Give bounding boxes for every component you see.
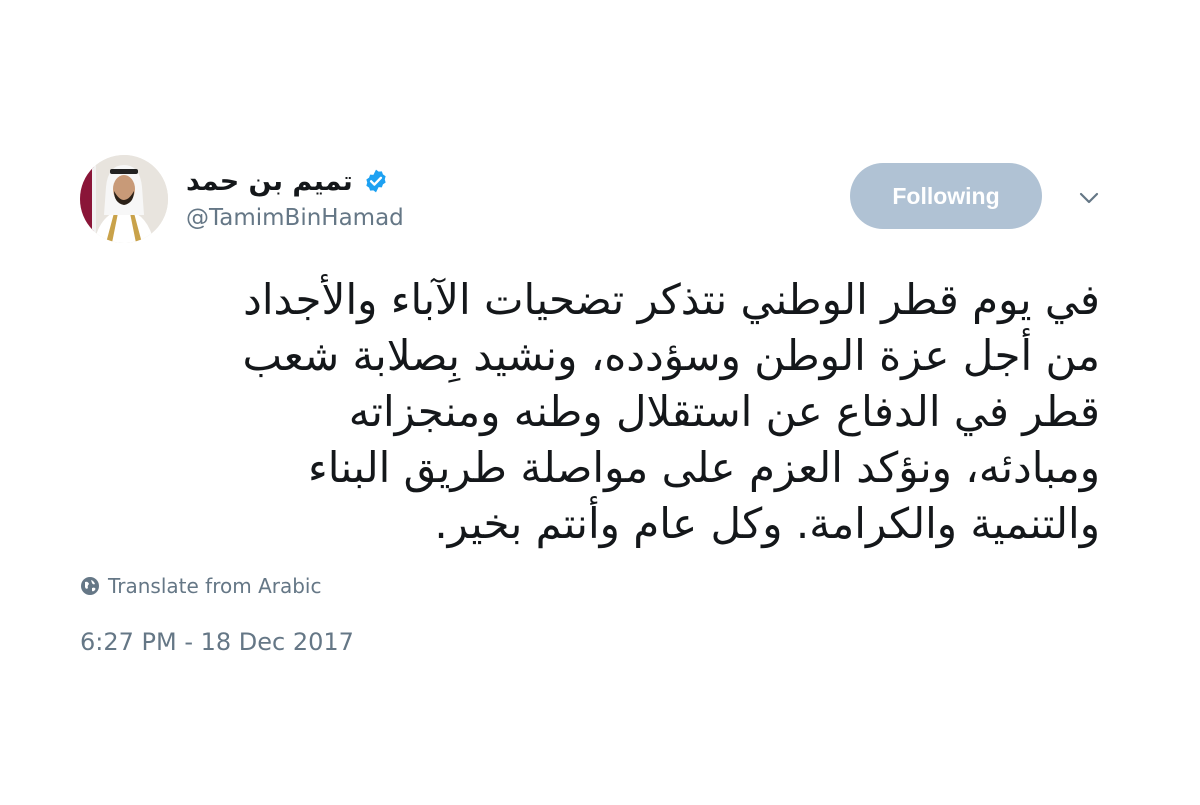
globe-icon bbox=[80, 576, 100, 596]
tweet-text-line: والتنمية والكرامة. وكل عام وأنتم بخير. bbox=[434, 499, 1100, 548]
tweet-text-line: من أجل عزة الوطن وسؤدده، ونشيد بِصلابة ش… bbox=[242, 331, 1100, 380]
tweet-card: تميم بن حمد @TamimBinHamad Following في … bbox=[0, 0, 1200, 805]
following-button[interactable]: Following bbox=[850, 163, 1042, 229]
translate-link[interactable]: Translate from Arabic bbox=[80, 574, 321, 598]
tweet-text-line: ومبادئه، ونؤكد العزم على مواصلة طريق الب… bbox=[307, 443, 1100, 492]
verified-badge-icon bbox=[363, 168, 389, 194]
author-handle[interactable]: @TamimBinHamad bbox=[186, 205, 404, 231]
translate-label[interactable]: Translate from Arabic bbox=[108, 574, 321, 598]
chevron-down-icon[interactable] bbox=[1076, 185, 1102, 211]
tweet-text-line: في يوم قطر الوطني نتذكر تضحيات الآباء وا… bbox=[243, 275, 1100, 324]
avatar[interactable] bbox=[80, 155, 168, 243]
profile-photo-icon bbox=[80, 155, 168, 243]
tweet-text-line: قطر في الدفاع عن استقلال وطنه ومنجزاته bbox=[348, 387, 1100, 436]
author-display-name[interactable]: تميم بن حمد bbox=[186, 166, 353, 197]
author-name-row[interactable]: تميم بن حمد bbox=[186, 164, 389, 198]
tweet-text: في يوم قطر الوطني نتذكر تضحيات الآباء وا… bbox=[70, 272, 1100, 552]
tweet-timestamp[interactable]: 6:27 PM - 18 Dec 2017 bbox=[80, 628, 354, 656]
